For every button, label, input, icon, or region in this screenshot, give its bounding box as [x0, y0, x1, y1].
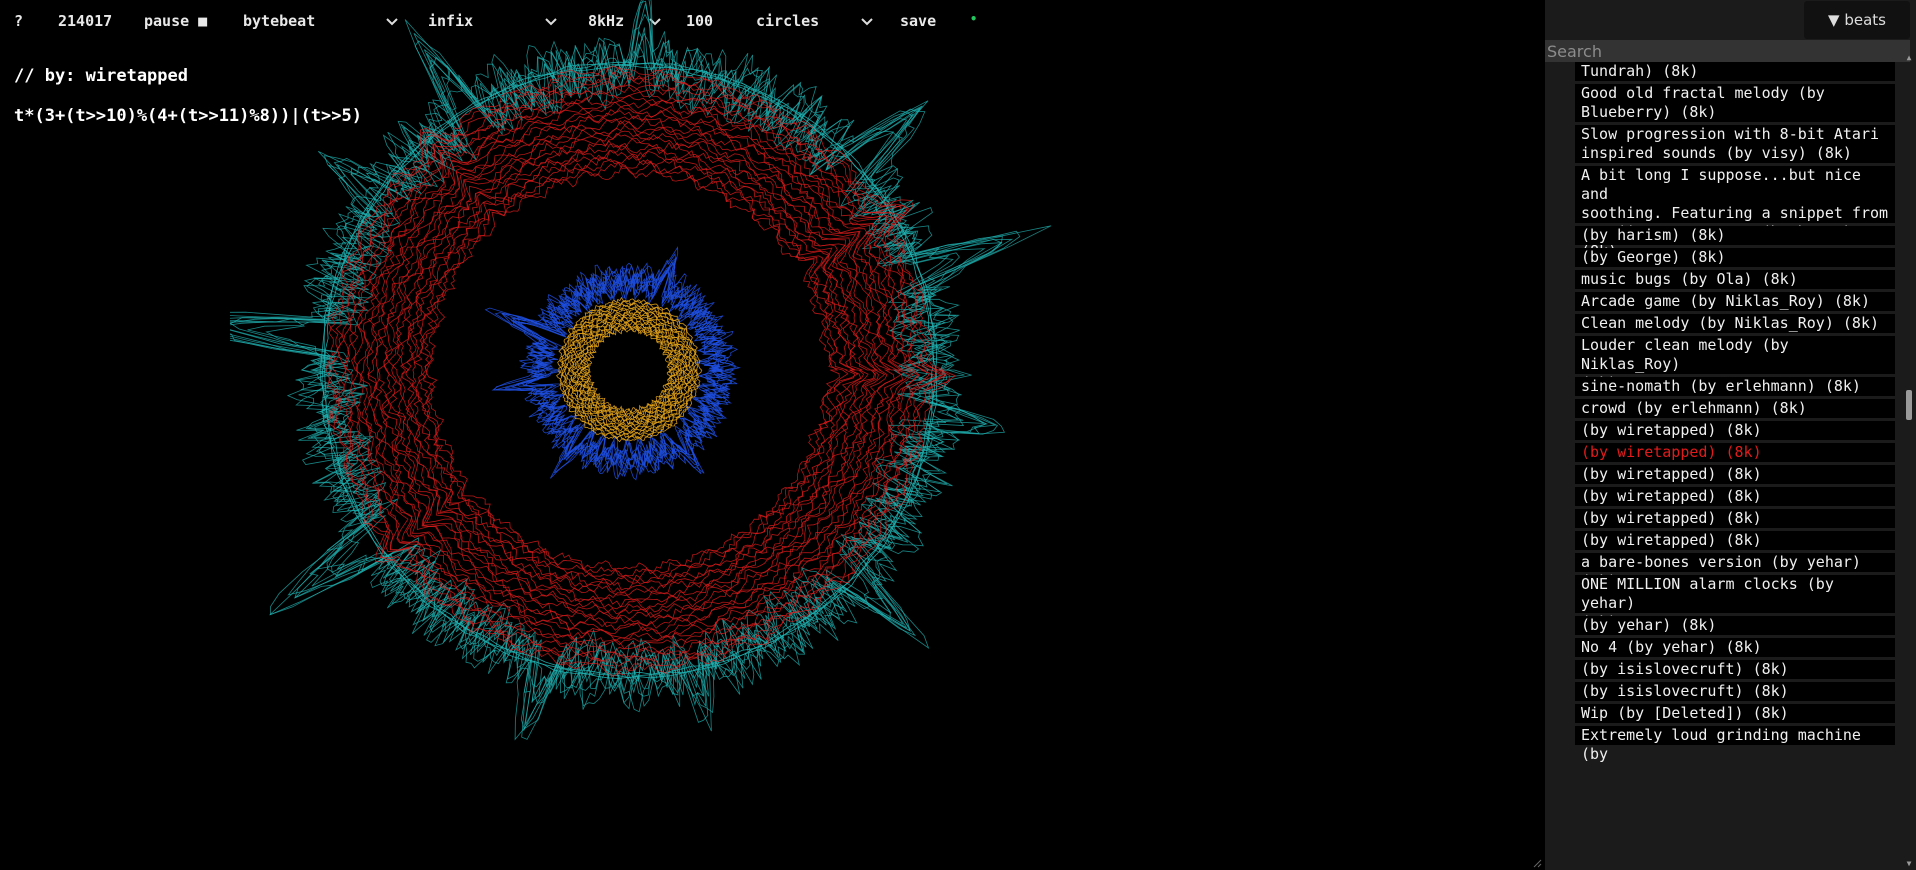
- beat-item[interactable]: (by yehar) (8k): [1575, 616, 1895, 635]
- beat-item[interactable]: (by George) (8k): [1575, 248, 1895, 267]
- beat-item[interactable]: (by wiretapped) (8k): [1575, 421, 1895, 440]
- waveform-line: [418, 158, 856, 583]
- waveform-line: [377, 118, 895, 624]
- beat-item[interactable]: A bit long I suppose...but nice and soot…: [1575, 166, 1895, 260]
- waveform-line: [411, 150, 862, 591]
- beat-item[interactable]: Slow progression with 8-bit Atari inspir…: [1575, 125, 1895, 163]
- scroll-down-icon[interactable]: ▼: [1904, 860, 1914, 868]
- beat-item[interactable]: Arcade game (by Niklas_Roy) (8k): [1575, 292, 1895, 311]
- visualization-canvas: [230, 0, 1052, 741]
- sidebar-scrollbar[interactable]: ▲ ▼: [1902, 54, 1916, 870]
- waveform-line: [325, 65, 957, 677]
- beat-item[interactable]: a bare-bones version (by yehar) (8k): [1575, 553, 1895, 590]
- scrollbar-thumb[interactable]: [1906, 390, 1912, 420]
- red-waveform-ring: [325, 65, 957, 677]
- waveform-line: [371, 114, 902, 628]
- beat-item[interactable]: (by isislovecruft) (8k): [1575, 682, 1895, 701]
- beat-item[interactable]: (by wiretapped) (8k): [1575, 443, 1895, 462]
- beat-item[interactable]: Good old fractal melody (by Blueberry) (…: [1575, 84, 1895, 122]
- beat-item[interactable]: (by harism) (8k): [1575, 226, 1895, 245]
- beat-item[interactable]: Extremely loud grinding machine (by: [1575, 726, 1895, 763]
- time-counter[interactable]: 214017: [58, 10, 112, 32]
- beat-item[interactable]: (by wiretapped) (8k): [1575, 531, 1895, 550]
- beat-item[interactable]: ONE MILLION alarm clocks (by yehar) (8k): [1575, 575, 1895, 631]
- beat-item[interactable]: sine-nomath (by erlehmann) (8k): [1575, 377, 1895, 396]
- beat-item[interactable]: (by wiretapped) (8k): [1575, 487, 1895, 506]
- beat-item[interactable]: Clean melody (by Niklas_Roy) (8k): [1575, 314, 1895, 333]
- beat-item[interactable]: (by wiretapped) (8k): [1575, 509, 1895, 528]
- scroll-up-icon[interactable]: ▲: [1904, 54, 1914, 62]
- beat-item[interactable]: Tundrah) (8k): [1575, 62, 1895, 81]
- beat-item[interactable]: Louder clean melody (by Niklas_Roy) (8k): [1575, 336, 1895, 392]
- help-button[interactable]: ?: [14, 10, 23, 32]
- blue-waveform-ring: [484, 246, 741, 481]
- beats-toggle-button[interactable]: ▼ beats: [1804, 1, 1910, 39]
- beat-item[interactable]: Wip (by [Deleted]) (8k): [1575, 704, 1895, 723]
- beat-item[interactable]: (by isislovecruft) (8k): [1575, 660, 1895, 679]
- waveform-line: [405, 145, 865, 594]
- resize-grip-icon[interactable]: [1532, 858, 1542, 868]
- beat-item[interactable]: music bugs (by Ola) (8k): [1575, 270, 1895, 289]
- search-input[interactable]: [1545, 40, 1910, 62]
- waveform-line: [382, 120, 888, 619]
- beat-item[interactable]: (by wiretapped) (8k): [1575, 465, 1895, 484]
- beat-list: Tundrah) (8k) Good old fractal melody (by…: [1545, 62, 1900, 870]
- waveform-line: [230, 0, 1003, 730]
- beat-item[interactable]: crowd (by erlehmann) (8k): [1575, 399, 1895, 418]
- pause-button[interactable]: pause ■: [144, 10, 207, 32]
- beats-sidebar: ▼ beats Tundrah) (8k) Good old fractal me…: [1545, 0, 1916, 870]
- waveform-line: [392, 132, 876, 608]
- beat-item[interactable]: No 4 (by yehar) (8k): [1575, 638, 1895, 657]
